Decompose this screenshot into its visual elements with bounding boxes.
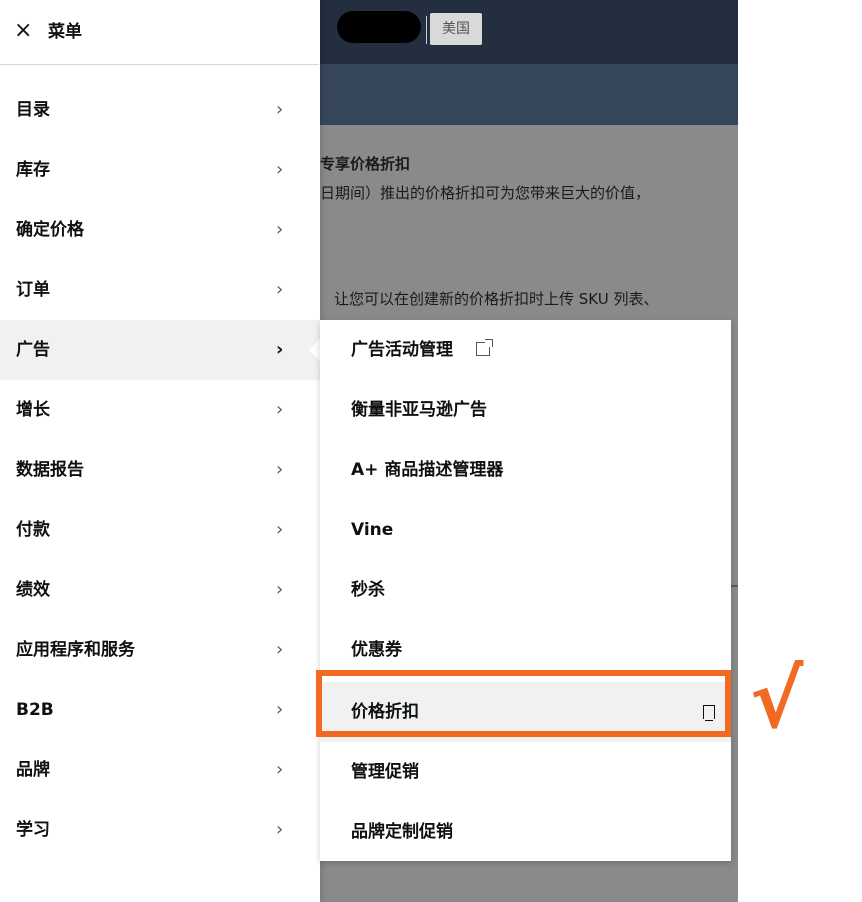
chevron-right-icon: › xyxy=(276,159,284,180)
menu-item-catalog[interactable]: 目录 › xyxy=(0,80,320,140)
submenu-item-campaign-manager[interactable]: 广告活动管理 xyxy=(320,320,731,380)
chevron-right-icon: › xyxy=(276,459,284,480)
submenu-item-manage-promotions[interactable]: 管理促销 xyxy=(320,742,731,802)
check-mark-icon: √ xyxy=(750,653,804,746)
chevron-right-icon: › xyxy=(276,399,284,420)
menu-item-growth[interactable]: 增长 › xyxy=(0,380,320,440)
menu-item-label: 绩效 xyxy=(16,580,50,600)
menu-item-label: 订单 xyxy=(16,280,50,300)
submenu-item-label: 价格折扣 xyxy=(351,702,419,722)
secondary-navigation-bar xyxy=(320,64,738,125)
redacted-store-name xyxy=(337,11,421,43)
menu-item-label: 目录 xyxy=(16,100,50,120)
menu-item-label: 数据报告 xyxy=(16,460,84,480)
chevron-right-icon: › xyxy=(276,219,284,240)
chevron-right-icon: › xyxy=(276,519,284,540)
right-blank-area xyxy=(738,0,862,902)
menu-item-label: 品牌 xyxy=(16,760,50,780)
submenu-item-label: 广告活动管理 xyxy=(351,340,453,360)
menu-item-label: 广告 xyxy=(16,340,50,360)
menu-item-learn[interactable]: 学习 › xyxy=(0,800,320,860)
bookmark-icon[interactable] xyxy=(703,705,715,721)
menu-item-orders[interactable]: 订单 › xyxy=(0,260,320,320)
marketplace-selector[interactable]: 美国 xyxy=(430,13,482,45)
submenu-item-prime-discounts[interactable]: 价格折扣 xyxy=(320,682,731,742)
menu-item-inventory[interactable]: 库存 › xyxy=(0,140,320,200)
menu-item-advertising[interactable]: 广告 › xyxy=(0,320,320,380)
menu-item-payments[interactable]: 付款 › xyxy=(0,500,320,560)
menu-item-brands[interactable]: 品牌 › xyxy=(0,740,320,800)
page-description-2: 让您可以在创建新的价格折扣时上传 SKU 列表、 xyxy=(334,290,659,308)
menu-item-label: 确定价格 xyxy=(16,220,84,240)
menu-item-label: 库存 xyxy=(16,160,50,180)
chevron-right-icon: › xyxy=(276,639,284,660)
menu-item-reports[interactable]: 数据报告 › xyxy=(0,440,320,500)
menu-item-label: 应用程序和服务 xyxy=(16,640,135,660)
page-description: 日期间）推出的价格折扣可为您带来巨大的价值， xyxy=(320,184,651,202)
divider xyxy=(426,16,427,44)
submenu-item-a-plus-content[interactable]: A+ 商品描述管理器 xyxy=(320,440,731,500)
advertising-submenu: 广告活动管理 衡量非亚马逊广告 A+ 商品描述管理器 Vine 秒杀 优惠券 价… xyxy=(320,320,731,861)
chevron-right-icon: › xyxy=(276,339,284,360)
menu-item-performance[interactable]: 绩效 › xyxy=(0,560,320,620)
menu-item-label: 付款 xyxy=(16,520,50,540)
menu-item-pricing[interactable]: 确定价格 › xyxy=(0,200,320,260)
submenu-item-label: 秒杀 xyxy=(351,580,385,600)
submenu-item-coupons[interactable]: 优惠券 xyxy=(320,620,731,680)
chevron-right-icon: › xyxy=(276,819,284,840)
submenu-item-vine[interactable]: Vine xyxy=(320,500,731,560)
submenu-item-label: Vine xyxy=(351,520,394,540)
chevron-right-icon: › xyxy=(276,759,284,780)
submenu-item-label: 优惠券 xyxy=(351,640,402,660)
chevron-right-icon: › xyxy=(276,699,284,720)
submenu-item-label: 管理促销 xyxy=(351,762,419,782)
submenu-item-label: 品牌定制促销 xyxy=(351,822,453,842)
menu-item-b2b[interactable]: B2B › xyxy=(0,680,320,740)
chevron-right-icon: › xyxy=(276,279,284,300)
menu-header: × 菜单 xyxy=(0,0,319,65)
menu-title: 菜单 xyxy=(48,22,82,42)
menu-item-label: 增长 xyxy=(16,400,50,420)
external-link-icon xyxy=(476,339,493,356)
menu-item-apps-services[interactable]: 应用程序和服务 › xyxy=(0,620,320,680)
submenu-item-deals[interactable]: 秒杀 xyxy=(320,560,731,620)
submenu-item-label: A+ 商品描述管理器 xyxy=(351,460,504,480)
top-navigation-bar: 美国 xyxy=(320,0,738,64)
menu-item-label: 学习 xyxy=(16,820,50,840)
close-icon[interactable]: × xyxy=(14,18,32,44)
chevron-right-icon: › xyxy=(276,99,284,120)
submenu-item-brand-tailored-promotions[interactable]: 品牌定制促销 xyxy=(320,802,731,862)
menu-item-label: B2B xyxy=(16,700,54,720)
navigation-menu: × 菜单 目录 › 库存 › 确定价格 › 订单 › 广告 › 增长 › 数据报… xyxy=(0,0,320,902)
submenu-item-label: 衡量非亚马逊广告 xyxy=(351,400,487,420)
chevron-right-icon: › xyxy=(276,579,284,600)
submenu-item-measure-non-amazon-ads[interactable]: 衡量非亚马逊广告 xyxy=(320,380,731,440)
page-heading: 专享价格折扣 xyxy=(320,155,411,173)
